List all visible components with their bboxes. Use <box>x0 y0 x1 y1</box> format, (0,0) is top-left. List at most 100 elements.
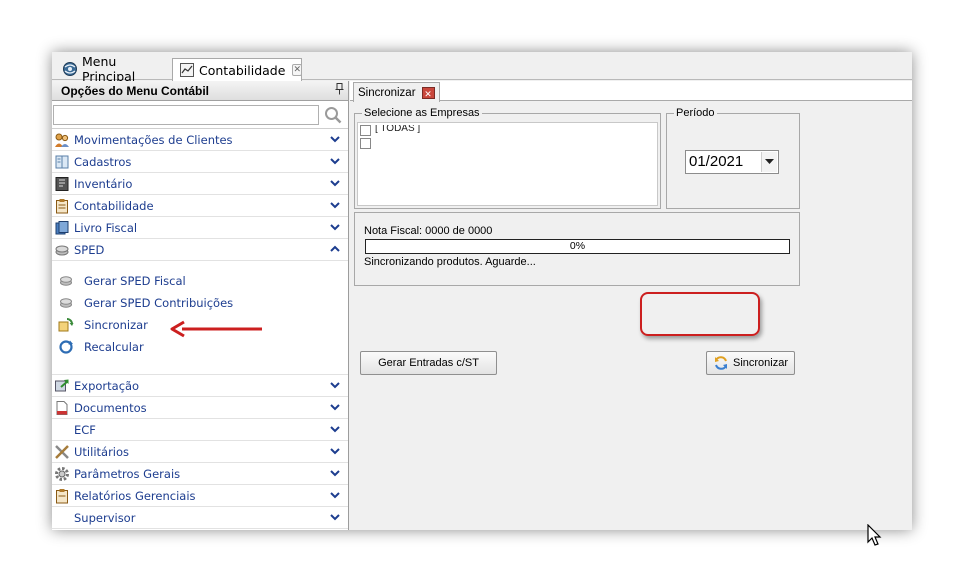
sidebar-item-label: Parâmetros Gerais <box>74 467 181 481</box>
chevron-down-icon <box>330 514 340 521</box>
submenu-label: Gerar SPED Fiscal <box>84 274 186 288</box>
sidebar-title: Opções do Menu Contábil <box>61 84 210 98</box>
search-icon[interactable] <box>320 105 346 125</box>
nota-fiscal-label: Nota Fiscal: 0000 de 0000 <box>364 225 493 237</box>
sidebar-item-label: Livro Fiscal <box>74 221 138 235</box>
sidebar-item-relatorios-gerenciais[interactable]: Relatórios Gerenciais <box>52 485 348 507</box>
progress-group: Nota Fiscal: 0000 de 0000 0% Sincronizan… <box>354 212 800 286</box>
tab-label: Menu Principal <box>82 54 136 84</box>
book-icon <box>54 154 70 170</box>
periodo-value: 01/2021 <box>689 153 744 170</box>
pin-icon[interactable] <box>335 83 344 98</box>
tab-menu-principal[interactable]: Menu Principal <box>56 54 172 84</box>
progress-bar: 0% <box>365 239 790 254</box>
chevron-down-icon <box>330 158 340 165</box>
sidebar-item-supervisor[interactable]: Supervisor <box>52 507 348 529</box>
books-icon <box>54 220 70 236</box>
coins-icon <box>58 273 74 289</box>
chevron-down-icon <box>330 470 340 477</box>
periodo-select[interactable]: 01/2021 <box>685 150 779 174</box>
status-text: Sincronizando produtos. Aguarde... <box>364 256 536 268</box>
button-label: Sincronizar <box>732 357 789 369</box>
empresa-checkbox[interactable] <box>360 138 371 149</box>
chevron-down-icon <box>330 136 340 143</box>
clipboard-icon <box>54 198 70 214</box>
submenu-label: Recalcular <box>84 340 144 354</box>
button-label: Gerar Entradas c/ST <box>378 357 479 369</box>
report-icon <box>54 488 70 504</box>
sidebar-item-cadastros[interactable]: Cadastros <box>52 151 348 173</box>
sidebar-item-parametros-gerais[interactable]: Parâmetros Gerais <box>52 463 348 485</box>
sidebar-item-movimentacoes[interactable]: Movimentações de Clientes <box>52 129 348 151</box>
empresas-group: Selecione as Empresas [ TODAS ] <box>354 107 661 209</box>
ledger-icon <box>179 62 195 78</box>
submenu-gerar-sped-contribuicoes[interactable]: Gerar SPED Contribuições <box>58 294 233 312</box>
mouse-pointer-icon <box>867 524 882 546</box>
application-window: Menu Principal Contabilidade ✕ Opções do… <box>52 52 912 530</box>
chevron-down-icon <box>330 180 340 187</box>
empresas-list: [ TODAS ] <box>357 122 658 206</box>
tab-contabilidade[interactable]: Contabilidade ✕ <box>172 58 302 81</box>
chevron-down-icon <box>330 202 340 209</box>
sync-icon <box>58 317 74 333</box>
gear-icon <box>54 466 70 482</box>
sidebar-item-label: Contabilidade <box>74 199 154 213</box>
sincronizar-button[interactable]: Sincronizar <box>706 351 795 375</box>
sidebar-item-label: Supervisor <box>74 511 136 525</box>
progress-text: 0% <box>569 240 586 252</box>
form-tab-bar: Sincronizar ✕ <box>350 81 912 102</box>
tab-label: Sincronizar <box>358 86 416 99</box>
sidebar-item-inventario[interactable]: Inventário <box>52 173 348 195</box>
sidebar-item-label: Utilitários <box>74 445 130 459</box>
todas-label: [ TODAS ] <box>375 125 421 133</box>
inventory-icon <box>54 176 70 192</box>
document-icon <box>54 400 70 416</box>
tools-icon <box>54 444 70 460</box>
periodo-group: Período 01/2021 <box>666 107 800 209</box>
main-panel: Sincronizar ✕ Selecione as Empresas [ TO… <box>350 81 912 530</box>
export-icon <box>54 378 70 394</box>
sidebar-item-label: Relatórios Gerenciais <box>74 489 196 503</box>
sidebar-item-label: Cadastros <box>74 155 132 169</box>
dropdown-arrow-icon[interactable] <box>761 152 777 172</box>
sidebar-item-label: Inventário <box>74 177 133 191</box>
top-tab-bar: Menu Principal Contabilidade ✕ <box>52 52 912 84</box>
sidebar-item-sped[interactable]: SPED <box>52 239 348 261</box>
sidebar-item-contabilidade[interactable]: Contabilidade <box>52 195 348 217</box>
sidebar-item-ecf[interactable]: ECF <box>52 419 348 441</box>
close-icon[interactable]: ✕ <box>292 64 302 76</box>
submenu-gerar-sped-fiscal[interactable]: Gerar SPED Fiscal <box>58 272 186 290</box>
sidebar-item-documentos[interactable]: Documentos <box>52 397 348 419</box>
coins-icon <box>54 242 70 258</box>
sidebar-item-livro-fiscal[interactable]: Livro Fiscal <box>52 217 348 239</box>
globe-icon <box>62 61 78 77</box>
chevron-down-icon <box>330 426 340 433</box>
red-arrow-icon <box>170 320 262 338</box>
search-input[interactable] <box>53 105 319 125</box>
chevron-down-icon <box>330 404 340 411</box>
sidebar-search <box>52 101 348 129</box>
submenu-label: Gerar SPED Contribuições <box>84 296 234 310</box>
recalc-icon <box>58 339 74 355</box>
sidebar-item-label: Movimentações de Clientes <box>74 133 233 147</box>
coins-icon <box>58 295 74 311</box>
sped-submenu: Gerar SPED Fiscal Gerar SPED Contribuiçõ… <box>52 261 348 375</box>
chevron-down-icon <box>330 224 340 231</box>
chevron-up-icon <box>330 245 340 252</box>
sidebar-item-utilitarios[interactable]: Utilitários <box>52 441 348 463</box>
todas-checkbox[interactable] <box>360 125 371 136</box>
tab-label: Contabilidade <box>199 62 286 78</box>
sidebar-item-label: Documentos <box>74 401 147 415</box>
chevron-down-icon <box>330 382 340 389</box>
highlight-box <box>640 292 760 336</box>
sidebar: Opções do Menu Contábil Movimentações de… <box>52 81 349 530</box>
gerar-entradas-button[interactable]: Gerar Entradas c/ST <box>360 351 497 375</box>
tab-sincronizar[interactable]: Sincronizar ✕ <box>353 82 440 102</box>
submenu-label: Sincronizar <box>84 318 148 332</box>
sidebar-header: Opções do Menu Contábil <box>52 81 348 101</box>
close-icon[interactable]: ✕ <box>421 86 435 99</box>
submenu-sincronizar[interactable]: Sincronizar <box>58 316 148 334</box>
submenu-recalcular[interactable]: Recalcular <box>58 338 144 356</box>
sync-icon <box>713 355 729 371</box>
sidebar-item-exportacao[interactable]: Exportação <box>52 375 348 397</box>
